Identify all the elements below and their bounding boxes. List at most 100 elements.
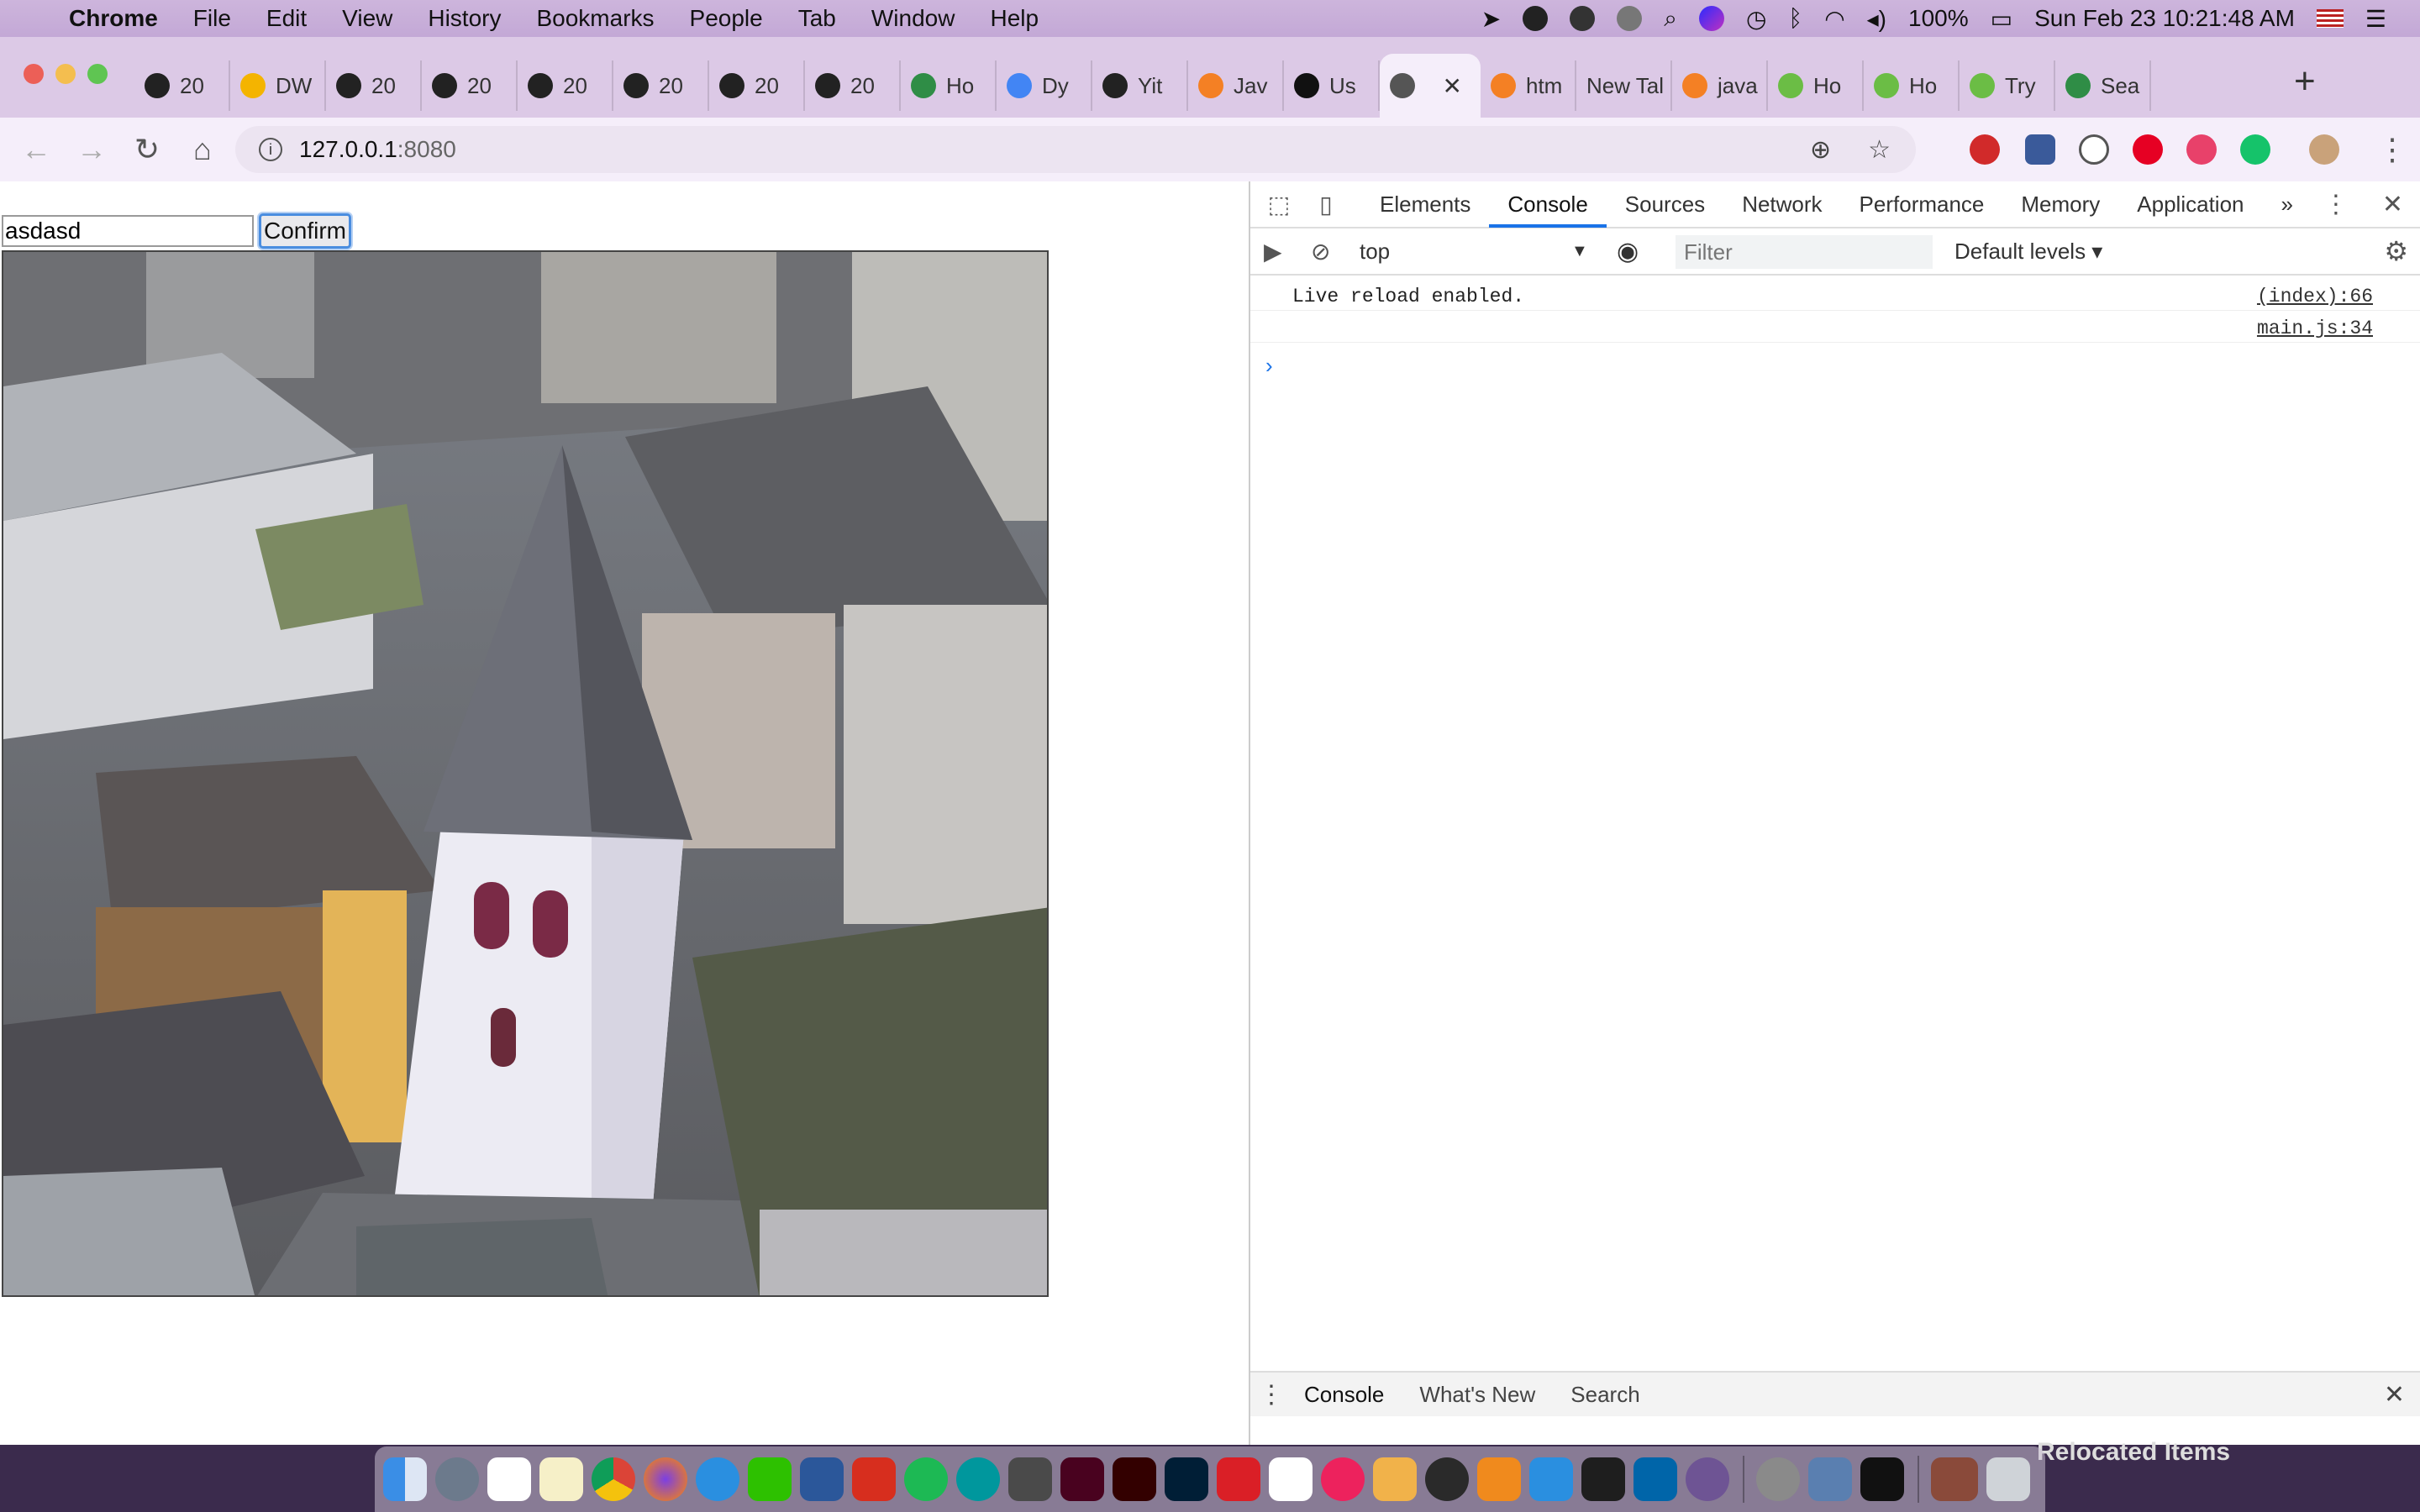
devtools-tab-console[interactable]: Console: [1489, 181, 1607, 228]
calendar-icon[interactable]: [487, 1457, 531, 1501]
creative-cloud-app-icon[interactable]: [1217, 1457, 1260, 1501]
minimize-window-button[interactable]: [55, 64, 76, 84]
terminal-app-icon[interactable]: [1425, 1457, 1469, 1501]
live-expression-eye-icon[interactable]: ◉: [1617, 237, 1639, 266]
reload-icon[interactable]: ↻: [119, 132, 175, 167]
log-levels-dropdown[interactable]: Default levels ▾: [1954, 239, 2102, 265]
console-settings-gear-icon[interactable]: ⚙: [2384, 235, 2408, 267]
extension-icon[interactable]: [2025, 134, 2055, 165]
devtools-tab-network[interactable]: Network: [1723, 181, 1840, 228]
system-preferences-icon[interactable]: [1756, 1457, 1800, 1501]
menu-people[interactable]: People: [672, 5, 781, 32]
browser-tab-active[interactable]: ✕: [1380, 54, 1481, 118]
relocated-items-label[interactable]: Relocated Items: [2037, 1438, 2230, 1467]
sketch-icon[interactable]: [1529, 1457, 1573, 1501]
illustrator-icon[interactable]: [1113, 1457, 1156, 1501]
zoom-icon[interactable]: ⊕: [1810, 135, 1831, 165]
console-prompt-icon[interactable]: ›: [1265, 353, 1273, 379]
menu-history[interactable]: History: [410, 5, 518, 32]
browser-tab[interactable]: 20: [613, 60, 709, 111]
arduino-icon[interactable]: [956, 1457, 1000, 1501]
time-machine-icon[interactable]: ◷: [1746, 5, 1766, 33]
notification-center-icon[interactable]: ☰: [2365, 5, 2386, 33]
word-icon[interactable]: [800, 1457, 844, 1501]
browser-tab[interactable]: New Tal: [1576, 60, 1672, 111]
code-extension-icon[interactable]: [2079, 134, 2109, 165]
devtools-tab-sources[interactable]: Sources: [1607, 181, 1723, 228]
browser-tab[interactable]: DW: [230, 60, 326, 111]
github-desktop-icon[interactable]: [1686, 1457, 1729, 1501]
new-tab-button[interactable]: +: [2294, 60, 2316, 102]
figma-icon[interactable]: [1581, 1457, 1625, 1501]
browser-tab[interactable]: 20: [709, 60, 805, 111]
spotify-icon[interactable]: [904, 1457, 948, 1501]
menu-window[interactable]: Window: [854, 5, 973, 32]
forward-icon[interactable]: →: [64, 132, 119, 167]
show-sidebar-icon[interactable]: ▶: [1264, 238, 1282, 265]
tumblr-extension-icon[interactable]: [2186, 134, 2217, 165]
slack-icon[interactable]: [1269, 1457, 1313, 1501]
live-icon[interactable]: [1373, 1457, 1417, 1501]
browser-tab[interactable]: Dy: [997, 60, 1092, 111]
browser-tab[interactable]: 20: [805, 60, 901, 111]
more-tabs-icon[interactable]: »: [2263, 181, 2312, 228]
clear-console-icon[interactable]: ⊘: [1311, 238, 1330, 265]
browser-tab[interactable]: Ho: [1864, 60, 1960, 111]
menu-help[interactable]: Help: [972, 5, 1056, 32]
browser-tab[interactable]: Us: [1284, 60, 1380, 111]
launchpad-icon[interactable]: [435, 1457, 479, 1501]
back-icon[interactable]: ←: [8, 132, 64, 167]
browser-tab[interactable]: Try: [1960, 60, 2055, 111]
menu-chrome[interactable]: Chrome: [44, 5, 176, 32]
safari-icon[interactable]: [696, 1457, 739, 1501]
log-source-link[interactable]: (index):66: [2257, 286, 2373, 307]
drawer-tab-console[interactable]: Console: [1292, 1382, 1396, 1408]
browser-tab[interactable]: Ho: [1768, 60, 1864, 111]
browser-tab[interactable]: Jav: [1188, 60, 1284, 111]
battery-icon[interactable]: ▭: [1991, 5, 2012, 33]
chevron-down-icon[interactable]: ▼: [1571, 242, 1588, 261]
flag-us-icon[interactable]: [2316, 9, 2344, 28]
home-icon[interactable]: ⌂: [175, 132, 230, 167]
close-window-button[interactable]: [24, 64, 44, 84]
devtools-tab-performance[interactable]: Performance: [1841, 181, 2003, 228]
terminal-icon[interactable]: [1860, 1457, 1904, 1501]
browser-tab[interactable]: Sea: [2055, 60, 2151, 111]
menu-view[interactable]: View: [324, 5, 410, 32]
bookmark-star-icon[interactable]: ☆: [1868, 135, 1891, 165]
menu-tab[interactable]: Tab: [781, 5, 854, 32]
chrome-menu-icon[interactable]: ⋮: [2365, 132, 2420, 167]
indesign-icon[interactable]: [1060, 1457, 1104, 1501]
minimized-window-icon[interactable]: [1931, 1457, 1978, 1501]
profile-avatar[interactable]: [2309, 134, 2339, 165]
photoshop-icon[interactable]: [1165, 1457, 1208, 1501]
grammarly-icon[interactable]: [2240, 134, 2270, 165]
console-filter-input[interactable]: [1676, 235, 1933, 269]
devtools-tab-memory[interactable]: Memory: [2002, 181, 2118, 228]
p5-icon[interactable]: [1321, 1457, 1365, 1501]
browser-tab[interactable]: java: [1672, 60, 1768, 111]
drawer-tab-whats-new[interactable]: What's New: [1407, 1382, 1547, 1408]
drawer-menu-icon[interactable]: ⋮: [1250, 1380, 1292, 1410]
zoom-window-button[interactable]: [87, 64, 108, 84]
close-devtools-icon[interactable]: ✕: [2382, 190, 2403, 219]
trash-icon[interactable]: [1986, 1457, 2030, 1501]
menu-bookmarks[interactable]: Bookmarks: [518, 5, 671, 32]
device-toolbar-icon[interactable]: ▯: [1302, 191, 1349, 218]
globe-icon[interactable]: [1617, 6, 1643, 31]
close-drawer-icon[interactable]: ✕: [2384, 1380, 2405, 1410]
siri-icon[interactable]: [1698, 6, 1724, 31]
creative-cloud-icon[interactable]: [1570, 6, 1596, 31]
chrome-icon[interactable]: [592, 1457, 635, 1501]
devtools-menu-icon[interactable]: ⋮: [2323, 190, 2349, 219]
browser-tab[interactable]: 20: [326, 60, 422, 111]
preview-icon[interactable]: [1808, 1457, 1852, 1501]
browser-tab[interactable]: 20: [134, 60, 230, 111]
text-input[interactable]: [2, 215, 254, 247]
sublime-icon[interactable]: [1008, 1457, 1052, 1501]
chat-bubble-icon[interactable]: [1523, 6, 1549, 31]
devtools-tab-elements[interactable]: Elements: [1361, 181, 1489, 228]
books-icon[interactable]: [1477, 1457, 1521, 1501]
adblock-icon[interactable]: [1970, 134, 2000, 165]
browser-tab[interactable]: 20: [518, 60, 613, 111]
